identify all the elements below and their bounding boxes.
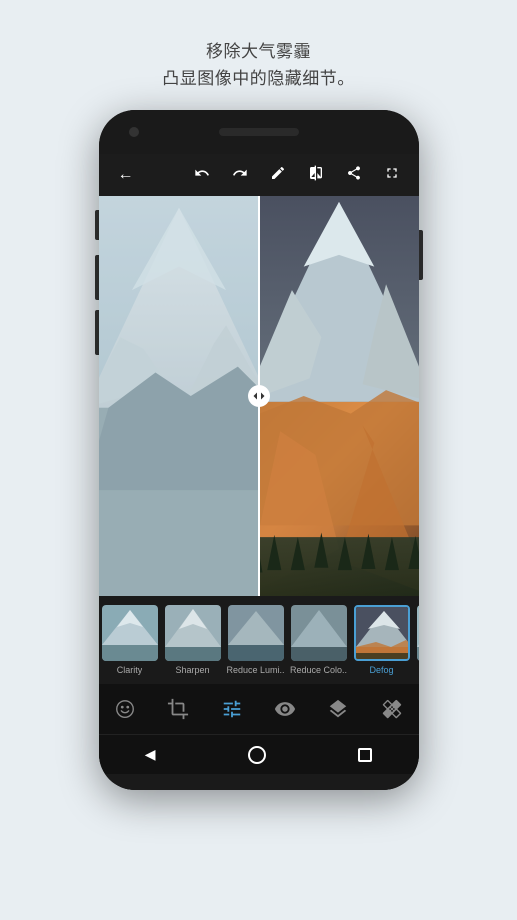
mountain-after-svg: [259, 196, 419, 596]
filter-reduce-lumi[interactable]: Reduce Lumi..: [225, 605, 287, 675]
adjust-tool-button[interactable]: [221, 698, 243, 720]
share-button[interactable]: [341, 165, 367, 186]
bottom-toolbar: [99, 684, 419, 734]
filter-reduce-color-thumb: [291, 605, 347, 661]
filter-e-thumb: [417, 605, 419, 661]
filter-clarity-label: Clarity: [117, 665, 143, 675]
filter-sharpen[interactable]: Sharpen: [162, 605, 224, 675]
healing-tool-button[interactable]: [381, 698, 403, 720]
filter-defog[interactable]: Defog: [351, 605, 413, 675]
app-toolbar: ←: [99, 154, 419, 196]
filter-e[interactable]: E: [414, 605, 419, 675]
edit-button[interactable]: [265, 165, 291, 186]
filter-defog-thumb: [354, 605, 410, 661]
after-image: [259, 196, 419, 596]
back-button[interactable]: ←: [113, 166, 139, 184]
filter-defog-label: Defog: [369, 665, 393, 675]
filter-strip: Clarity Sharpen: [99, 596, 419, 684]
phone-body: ←: [99, 110, 419, 790]
headline-line2: 凸显图像中的隐藏细节。: [162, 65, 355, 92]
headline-line1: 移除大气雾霾: [162, 38, 355, 65]
redo-button[interactable]: [227, 165, 253, 186]
phone-wrapper: ←: [99, 110, 419, 810]
nav-home-button[interactable]: [248, 746, 266, 764]
filter-sharpen-thumb: [165, 605, 221, 661]
split-line[interactable]: [258, 196, 260, 596]
undo-button[interactable]: [189, 165, 215, 186]
image-area: [99, 196, 419, 596]
split-handle[interactable]: [248, 385, 270, 407]
layers-tool-button[interactable]: [327, 698, 349, 720]
crop-tool-button[interactable]: [167, 698, 189, 720]
fullscreen-button[interactable]: [379, 165, 405, 186]
filter-reduce-lumi-label: Reduce Lumi..: [226, 665, 284, 675]
phone-screen: ←: [99, 154, 419, 790]
filter-clarity[interactable]: Clarity: [99, 605, 161, 675]
filter-reduce-color-label: Reduce Colo..: [290, 665, 347, 675]
top-text-area: 移除大气雾霾 凸显图像中的隐藏细节。: [162, 38, 355, 92]
face-tool-button[interactable]: [114, 698, 136, 720]
filter-reduce-lumi-thumb: [228, 605, 284, 661]
nav-bar: ◀: [99, 734, 419, 774]
eye-tool-button[interactable]: [274, 698, 296, 720]
filter-clarity-thumb: [102, 605, 158, 661]
phone-bottom-bezel: [99, 774, 419, 790]
filter-sharpen-label: Sharpen: [175, 665, 209, 675]
mountain-before-svg: [99, 196, 259, 596]
compare-button[interactable]: [303, 165, 329, 186]
before-image: [99, 196, 259, 596]
front-camera: [129, 127, 139, 137]
power-button: [419, 230, 423, 280]
phone-top-bezel: [99, 110, 419, 154]
filter-reduce-color[interactable]: Reduce Colo..: [288, 605, 350, 675]
speaker-grille: [219, 128, 299, 136]
nav-recents-button[interactable]: [358, 748, 372, 762]
nav-back-button[interactable]: ◀: [145, 746, 156, 763]
toolbar-right-icons: [189, 165, 405, 186]
